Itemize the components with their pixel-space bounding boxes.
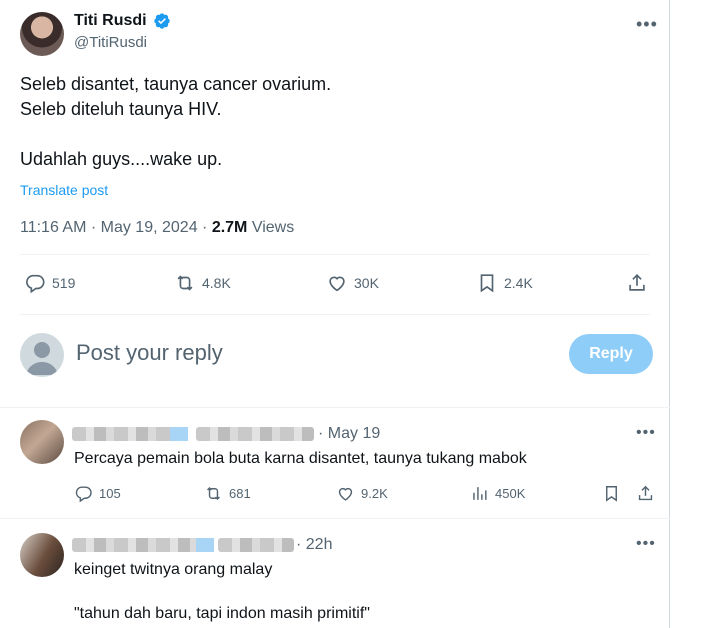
share-button[interactable] (626, 272, 648, 294)
bookmark-icon (606, 486, 617, 502)
bookmark-button[interactable] (602, 484, 621, 503)
reply-timestamp[interactable]: · May 19 (318, 425, 380, 443)
reply-submit-button[interactable]: Reply (569, 334, 653, 374)
author-avatar[interactable] (20, 12, 64, 56)
reply-icon (75, 486, 92, 503)
repost-button[interactable]: 4.8K (174, 272, 231, 294)
reply-author-handle[interactable] (218, 538, 294, 552)
reply-button[interactable]: 519 (24, 272, 75, 294)
like-count: 9.2K (361, 486, 388, 501)
like-button[interactable]: 9.2K (336, 484, 388, 503)
like-count: 30K (354, 275, 379, 291)
author-name[interactable]: Titi Rusdi (74, 12, 147, 30)
reply-avatar[interactable] (20, 420, 64, 464)
reply-actions: 105 681 9.2K 450K (74, 484, 654, 506)
repost-icon (207, 486, 220, 501)
reply-author-name[interactable] (72, 427, 180, 441)
bookmark-icon (480, 274, 494, 293)
verified-badge-icon (154, 13, 170, 29)
like-icon (338, 487, 353, 501)
divider (0, 518, 670, 519)
reply-timestamp[interactable]: · 22h (296, 536, 332, 554)
share-icon (638, 485, 653, 501)
repost-button[interactable]: 681 (204, 484, 251, 503)
divider (20, 314, 650, 315)
reply-text: Percaya pemain bola buta karna disantet,… (74, 450, 527, 467)
views-label: Views (247, 219, 295, 236)
right-gutter (670, 0, 720, 628)
repost-count: 681 (229, 486, 251, 501)
author-handle[interactable]: @TitiRusdi (74, 34, 147, 51)
reply-author-badge (170, 427, 188, 441)
views-button[interactable]: 450K (470, 484, 525, 503)
like-icon (329, 276, 345, 292)
reply-count: 519 (52, 275, 76, 291)
divider (20, 254, 650, 255)
translate-post-link[interactable]: Translate post (20, 182, 108, 198)
more-icon[interactable]: ••• (636, 535, 656, 553)
share-button[interactable] (636, 484, 655, 503)
views-count: 2.7M (211, 219, 248, 236)
more-icon[interactable]: ••• (636, 14, 658, 35)
reply-icon (26, 274, 45, 294)
bookmark-count: 2.4K (504, 275, 533, 291)
tweet-text: Seleb disantet, taunya cancer ovarium. S… (20, 74, 332, 169)
more-icon[interactable]: ••• (636, 424, 656, 442)
reply-count: 105 (99, 486, 121, 501)
share-icon (629, 274, 645, 291)
reply-author-badge (196, 538, 214, 552)
reply-input[interactable]: Post your reply (76, 340, 223, 366)
reply-text: keinget twitnya orang malay "tahun dah b… (74, 561, 370, 622)
tweet-meta: 11:16 AM · May 19, 2024 · 2.7M Views (20, 219, 294, 237)
tweet-timestamp[interactable]: 11:16 AM · May 19, 2024 · (20, 219, 212, 236)
repost-count: 4.8K (202, 275, 231, 291)
tweet-actions: 519 4.8K 30K 2.4K (20, 272, 650, 302)
default-avatar-icon (26, 342, 58, 375)
bookmark-button[interactable]: 2.4K (476, 272, 533, 294)
repost-icon (177, 275, 193, 291)
reply-author-handle[interactable] (196, 427, 314, 441)
reply-button[interactable]: 105 (74, 484, 121, 503)
views-count: 450K (495, 486, 526, 501)
reply-avatar[interactable] (20, 533, 64, 577)
like-button[interactable]: 30K (326, 272, 379, 294)
reply-author-name[interactable] (72, 538, 204, 552)
user-avatar[interactable] (20, 333, 64, 377)
views-icon (473, 487, 487, 500)
divider (0, 407, 670, 408)
